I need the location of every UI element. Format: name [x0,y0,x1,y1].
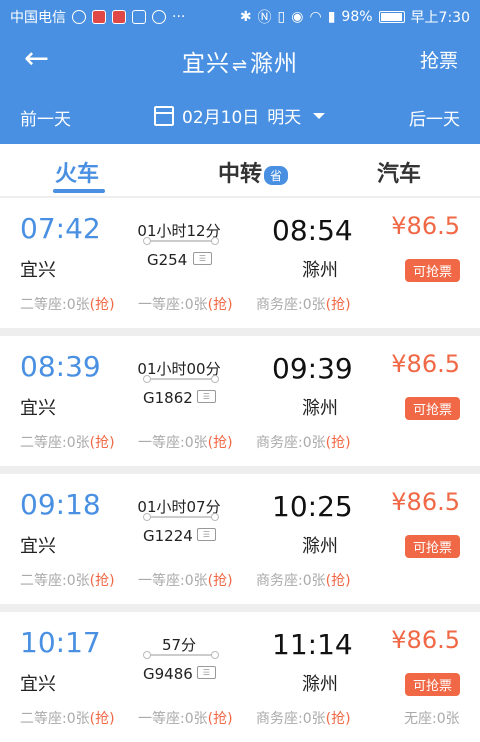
seat-first-class[interactable]: 一等座:0张(抢) [138,708,233,728]
id-card-icon: ☰ [197,390,216,403]
arrival-station: 滁州 [302,398,338,419]
seat-second-class[interactable]: 二等座:0张(抢) [20,708,115,728]
train-card[interactable]: 10:17 宜兴 57分 G9486 ☰ 11:14 滁州 ¥86.5 可抢票 … [0,612,480,742]
divider [0,466,480,474]
arrival-time: 09:39 [272,352,353,385]
wifi-icon: ◠ [309,9,322,25]
price: ¥86.5 [391,488,460,516]
more-notifications: ··· [172,9,186,25]
departure-time: 10:17 [20,626,101,659]
calendar-icon [154,105,174,126]
departure-time: 09:18 [20,488,101,521]
active-tab-indicator [53,189,105,193]
eye-comfort-icon: ◉ [291,9,304,25]
departure-time: 07:42 [20,212,101,245]
seat-business-class[interactable]: 商务座:0张(抢) [256,294,351,314]
route-header: ← 宜兴 ⇌滁州 抢票 [0,34,480,86]
bluetooth-icon: ✱ [239,9,252,25]
carrier-label: 中国电信 [10,10,66,26]
grab-available-button[interactable]: 可抢票 [404,535,460,558]
train-number: G254 [147,251,188,269]
departure-station: 宜兴 [20,398,56,419]
grab-available-button[interactable]: 可抢票 [404,397,460,420]
id-card-icon: ☰ [197,666,216,679]
train-app-icon [92,10,106,24]
divider [0,328,480,336]
seat-business-class[interactable]: 商务座:0张(抢) [256,708,351,728]
clock: 早上7:30 [410,10,470,26]
seat-first-class[interactable]: 一等座:0张(抢) [138,432,233,452]
transfer-badge: 省 [264,165,289,185]
departure-station: 宜兴 [20,674,56,695]
train-number: G1862 [143,389,193,407]
swap-icon[interactable]: ⇌ [232,55,248,76]
arrival-time: 08:54 [272,214,353,247]
train-card[interactable]: 07:42 宜兴 01小时12分 G254 ☰ 08:54 滁州 ¥86.5 可… [0,198,480,328]
arrival-time: 11:14 [272,628,353,661]
departure-station: 宜兴 [20,536,56,557]
grab-available-button[interactable]: 可抢票 [404,673,460,696]
route-title: 宜兴 ⇌滁州 [0,44,480,78]
tab-train[interactable]: 火车 [55,156,99,188]
arrival-time: 10:25 [272,490,353,523]
price: ¥86.5 [391,350,460,378]
departure-time: 08:39 [20,350,101,383]
status-bar: 中国电信 ··· ✱ Ⓝ ▯ ◉ ◠ ▮ 98% 早上7:30 [0,0,480,34]
arrival-station: 滁州 [302,260,338,281]
departure-station: 宜兴 [20,260,56,281]
id-card-icon: ☰ [193,252,212,265]
seat-standing[interactable]: 无座:0张 [404,708,460,728]
price: ¥86.5 [391,626,460,654]
seat-availability: 二等座:0张(抢) 一等座:0张(抢) 商务座:0张(抢) [0,432,480,452]
divider [0,604,480,612]
seat-second-class[interactable]: 二等座:0张(抢) [20,432,115,452]
train-number: G9486 [143,665,193,683]
news-app-icon [112,10,126,24]
train-card[interactable]: 08:39 宜兴 01小时00分 G1862 ☰ 09:39 滁州 ¥86.5 … [0,336,480,466]
arrival-station: 滁州 [302,536,338,557]
destination-city: 滁州 [250,51,299,77]
date-bar: 前一天 02月10日 明天 后一天 [0,86,480,144]
seat-business-class[interactable]: 商务座:0张(抢) [256,432,351,452]
seat-second-class[interactable]: 二等座:0张(抢) [20,294,115,314]
route-line [143,651,219,659]
battery-icon [378,11,405,23]
date-picker[interactable]: 02月10日 明天 [154,103,326,128]
arrival-station: 滁州 [302,674,338,695]
wechat-icon [152,10,166,24]
signal-icon: ▮ [327,9,336,25]
price: ¥86.5 [391,212,460,240]
seat-availability: 二等座:0张(抢) 一等座:0张(抢) 商务座:0张(抢) [0,570,480,590]
next-day-button[interactable]: 后一天 [409,105,460,130]
date-value: 02月10日 [182,108,260,128]
route-line [143,375,219,383]
seat-business-class[interactable]: 商务座:0张(抢) [256,570,351,590]
battery-percent: 98% [341,9,373,25]
route-line [143,513,219,521]
origin-city: 宜兴 [181,51,230,77]
train-card[interactable]: 09:18 宜兴 01小时07分 G1224 ☰ 10:25 滁州 ¥86.5 … [0,474,480,604]
date-relative: 明天 [267,108,302,128]
nfc-icon: Ⓝ [257,10,272,26]
seat-first-class[interactable]: 一等座:0张(抢) [138,570,233,590]
transport-tabs: 火车 中转省 汽车 [0,144,480,196]
seat-availability: 二等座:0张(抢) 一等座:0张(抢) 商务座:0张(抢) 无座:0张 [0,708,480,728]
hd-call-icon [72,10,86,24]
seat-availability: 二等座:0张(抢) 一等座:0张(抢) 商务座:0张(抢) [0,294,480,314]
grab-available-button[interactable]: 可抢票 [404,259,460,282]
tab-transfer-label: 中转 [218,162,263,187]
id-card-icon: ☰ [197,528,216,541]
tab-bus[interactable]: 汽车 [377,156,421,188]
tab-transfer[interactable]: 中转省 [218,156,289,188]
map-app-icon [132,10,146,24]
vibrate-icon: ▯ [277,9,286,25]
seat-first-class[interactable]: 一等座:0张(抢) [138,294,233,314]
train-number: G1224 [143,527,193,545]
prev-day-button[interactable]: 前一天 [20,105,71,130]
grab-ticket-button[interactable]: 抢票 [420,46,458,73]
route-line [143,237,219,245]
seat-second-class[interactable]: 二等座:0张(抢) [20,570,115,590]
caret-down-icon [313,112,326,119]
